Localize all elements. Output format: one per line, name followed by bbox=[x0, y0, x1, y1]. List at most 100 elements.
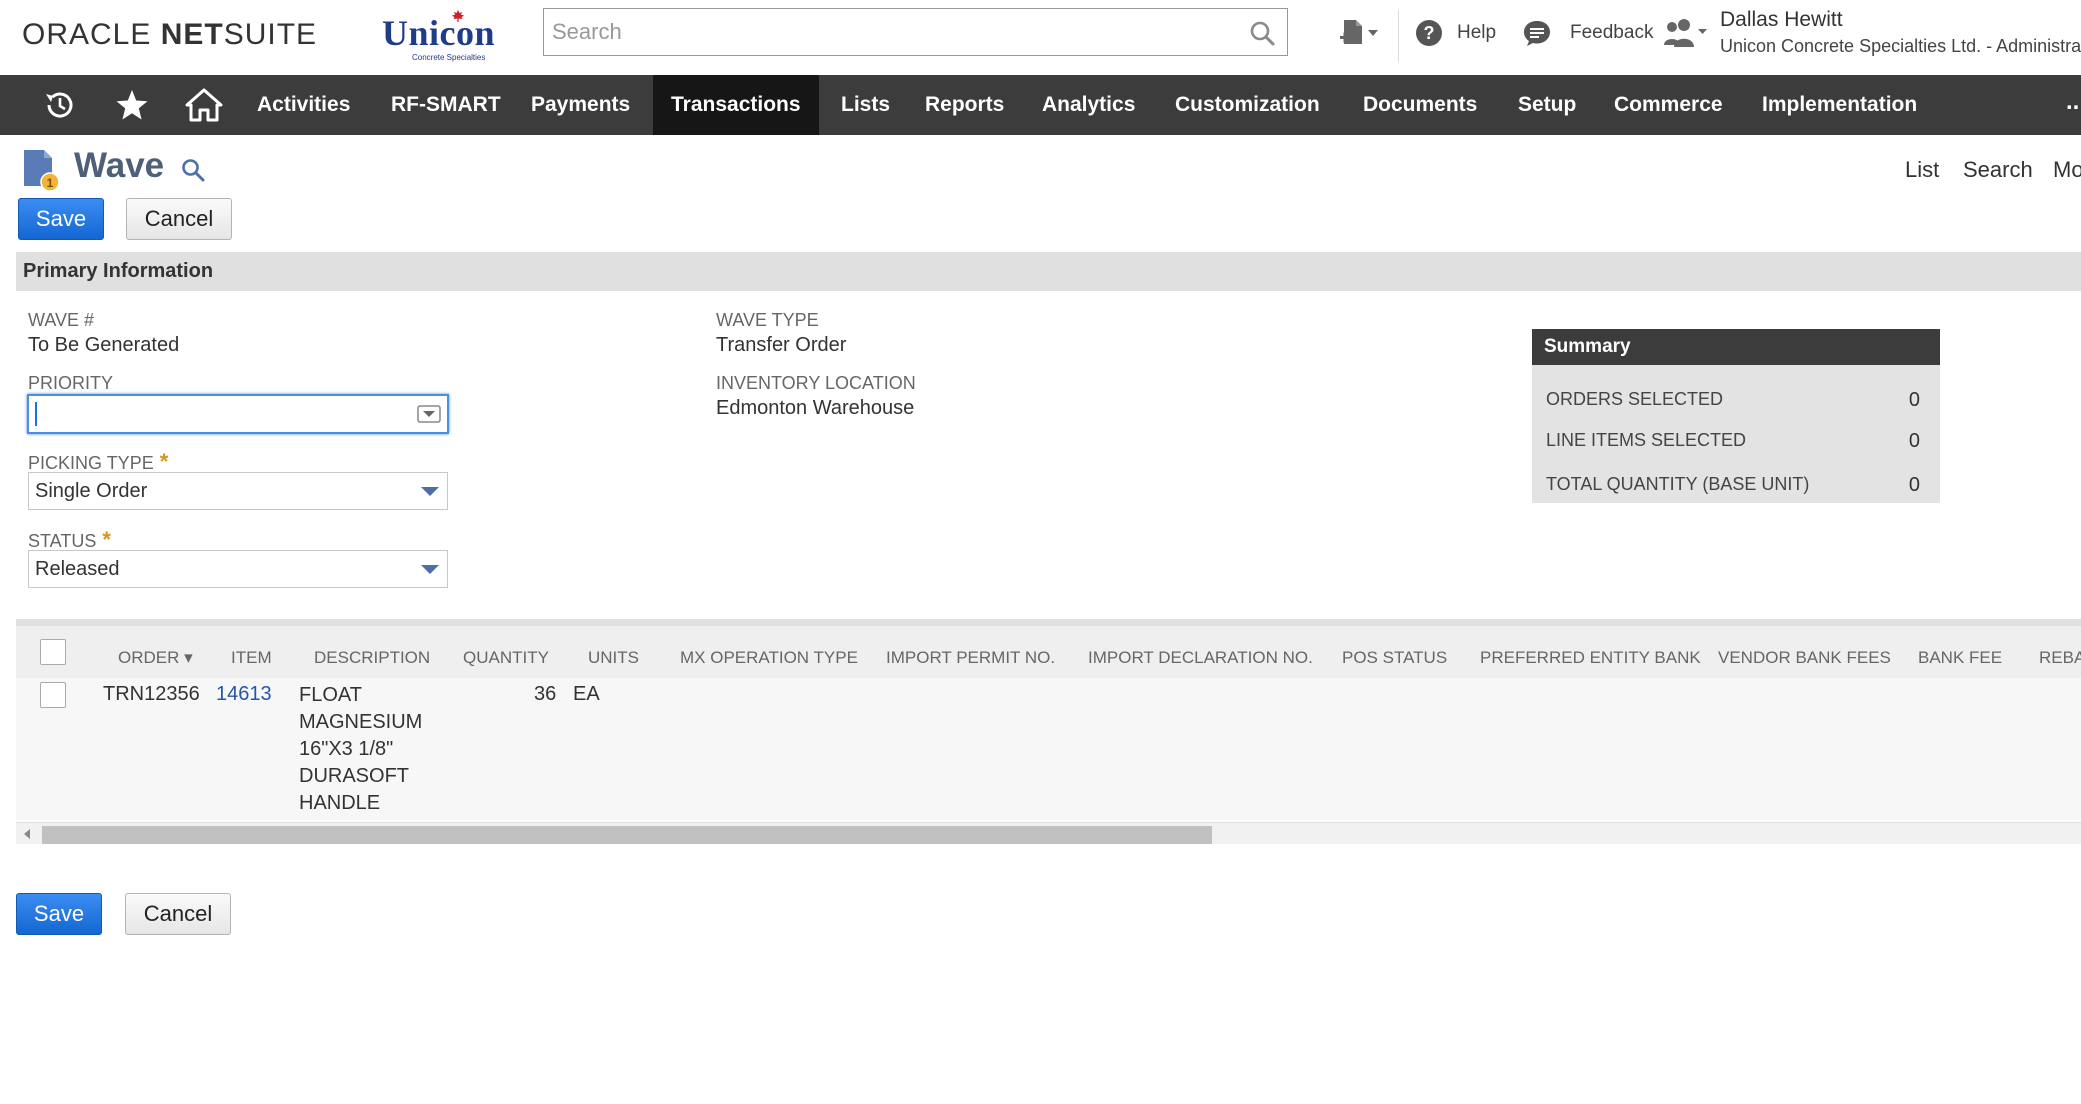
summary-value: 0 bbox=[1908, 474, 1920, 496]
column-header-vendor-bank-fees[interactable]: VENDOR BANK FEES bbox=[1718, 648, 1891, 668]
column-header-import-permit-no[interactable]: IMPORT PERMIT NO. bbox=[886, 648, 1055, 668]
summary-row-line-items: LINE ITEMS SELECTED 0 bbox=[1546, 430, 1930, 452]
primary-information-header[interactable]: Primary Information bbox=[16, 252, 2081, 291]
column-header-rebate[interactable]: REBATE bbox=[2039, 648, 2081, 668]
svg-text:?: ? bbox=[1424, 23, 1435, 43]
dropdown-list-icon[interactable] bbox=[417, 405, 441, 423]
cancel-button-bottom[interactable]: Cancel bbox=[125, 893, 231, 935]
nav-lists[interactable]: Lists bbox=[841, 75, 890, 135]
nav-rf-smart[interactable]: RF-SMART bbox=[391, 75, 501, 135]
nav-setup[interactable]: Setup bbox=[1518, 75, 1576, 135]
nav-commerce[interactable]: Commerce bbox=[1614, 75, 1723, 135]
chevron-down-icon bbox=[421, 565, 439, 574]
wave-type-label: WAVE TYPE bbox=[716, 310, 819, 330]
picking-type-select[interactable]: Single Order bbox=[28, 472, 448, 510]
summary-title: Summary bbox=[1532, 329, 1940, 365]
favorites-button[interactable] bbox=[114, 75, 150, 135]
company-logo: Unicon Concrete Specialties bbox=[382, 10, 522, 62]
main-navigation: Activities RF-SMART Payments Transaction… bbox=[0, 75, 2081, 135]
help-button[interactable]: ? Help bbox=[1415, 14, 1496, 52]
table-header: ORDER ▾ ITEM DESCRIPTION QUANTITY UNITS … bbox=[16, 626, 2081, 678]
status-select[interactable]: Released bbox=[28, 550, 448, 588]
more-link[interactable]: More bbox=[2053, 157, 2081, 183]
text-caret bbox=[35, 402, 37, 426]
priority-label: PRIORITY bbox=[28, 373, 114, 393]
search-link[interactable]: Search bbox=[1963, 157, 2033, 183]
feedback-label: Feedback bbox=[1570, 22, 1654, 43]
required-mark: * bbox=[102, 527, 111, 552]
company-logo-tagline: Concrete Specialties bbox=[412, 53, 486, 62]
row-item-link[interactable]: 14613 bbox=[216, 683, 272, 706]
feedback-icon bbox=[1524, 21, 1550, 46]
nav-payments[interactable]: Payments bbox=[531, 75, 630, 135]
row-order: TRN12356 bbox=[103, 683, 200, 705]
role-switcher-button[interactable] bbox=[1662, 14, 1708, 52]
summary-panel: Summary ORDERS SELECTED 0 LINE ITEMS SEL… bbox=[1532, 329, 1940, 503]
column-header-import-declaration-no[interactable]: IMPORT DECLARATION NO. bbox=[1088, 648, 1313, 668]
summary-row-total-quantity: TOTAL QUANTITY (BASE UNIT) 0 bbox=[1546, 474, 1930, 496]
column-header-description[interactable]: DESCRIPTION bbox=[314, 648, 430, 668]
nav-more[interactable]: ... bbox=[2066, 75, 2081, 135]
nav-activities[interactable]: Activities bbox=[257, 75, 350, 135]
scroll-left-icon[interactable] bbox=[24, 829, 30, 839]
row-description: FLOAT MAGNESIUM 16"X3 1/8" DURASOFT HAND… bbox=[299, 682, 422, 817]
nav-customization[interactable]: Customization bbox=[1175, 75, 1320, 135]
column-header-preferred-entity-bank[interactable]: PREFERRED ENTITY BANK bbox=[1480, 648, 1701, 668]
picking-type-label-text: PICKING TYPE bbox=[28, 453, 154, 473]
column-header-pos-status[interactable]: POS STATUS bbox=[1342, 648, 1447, 668]
feedback-button[interactable]: Feedback bbox=[1522, 14, 1653, 52]
wave-record-icon: 1 bbox=[24, 150, 60, 192]
horizontal-scrollbar[interactable] bbox=[16, 822, 2081, 844]
nav-analytics[interactable]: Analytics bbox=[1042, 75, 1135, 135]
global-search[interactable] bbox=[543, 8, 1288, 56]
netsuite-logo-net: NET bbox=[160, 18, 224, 51]
summary-value: 0 bbox=[1908, 430, 1920, 452]
picking-type-value: Single Order bbox=[35, 480, 148, 502]
nav-transactions[interactable]: Transactions bbox=[653, 75, 819, 135]
global-search-input[interactable] bbox=[552, 9, 1232, 55]
column-header-quantity[interactable]: QUANTITY bbox=[463, 648, 549, 668]
list-link[interactable]: List bbox=[1905, 157, 1939, 183]
wave-number-value: To Be Generated bbox=[28, 334, 180, 356]
column-header-mx-operation-type[interactable]: MX OPERATION TYPE bbox=[680, 648, 858, 668]
scrollbar-thumb[interactable] bbox=[42, 826, 1212, 844]
summary-label: TOTAL QUANTITY (BASE UNIT) bbox=[1546, 474, 1810, 494]
header-divider bbox=[1398, 10, 1399, 62]
record-search-icon[interactable] bbox=[180, 157, 206, 183]
row-description-line: MAGNESIUM bbox=[299, 711, 423, 733]
home-icon bbox=[185, 88, 223, 122]
save-button-bottom[interactable]: Save bbox=[16, 893, 102, 935]
search-icon[interactable] bbox=[1249, 20, 1275, 46]
column-header-units[interactable]: UNITS bbox=[588, 648, 639, 668]
column-header-item[interactable]: ITEM bbox=[231, 648, 272, 668]
add-record-icon bbox=[1340, 20, 1378, 44]
row-units: EA bbox=[573, 683, 600, 705]
nav-documents[interactable]: Documents bbox=[1363, 75, 1477, 135]
nav-implementation[interactable]: Implementation bbox=[1762, 75, 1917, 135]
cancel-button[interactable]: Cancel bbox=[126, 198, 232, 240]
column-header-order[interactable]: ORDER ▾ bbox=[118, 648, 193, 668]
nav-reports[interactable]: Reports bbox=[925, 75, 1004, 135]
save-button[interactable]: Save bbox=[18, 198, 104, 240]
netsuite-logo-suite: SUITE bbox=[223, 18, 318, 51]
row-select-checkbox[interactable] bbox=[40, 682, 66, 708]
summary-label: ORDERS SELECTED bbox=[1546, 389, 1724, 409]
help-label: Help bbox=[1457, 22, 1497, 43]
oracle-logo-text: ORACLE bbox=[22, 18, 152, 51]
required-mark: * bbox=[159, 449, 169, 474]
page-title: Wave bbox=[74, 146, 165, 185]
priority-input[interactable] bbox=[27, 394, 449, 434]
oracle-netsuite-logo[interactable]: ORACLE NETSUITE bbox=[22, 18, 317, 52]
home-button[interactable] bbox=[184, 75, 224, 135]
user-info[interactable]: Dallas Hewitt Unicon Concrete Specialtie… bbox=[1720, 8, 2081, 57]
company-logo-name: Unicon bbox=[382, 13, 496, 53]
column-header-bank-fee[interactable]: BANK FEE bbox=[1918, 648, 2002, 668]
row-description-line: DURASOFT bbox=[299, 765, 409, 787]
summary-row-orders: ORDERS SELECTED 0 bbox=[1546, 389, 1930, 411]
select-all-checkbox[interactable] bbox=[40, 639, 66, 665]
recent-records-button[interactable] bbox=[1338, 14, 1380, 52]
recent-history-button[interactable] bbox=[40, 75, 80, 135]
chevron-down-icon bbox=[421, 487, 439, 496]
row-description-line: HANDLE bbox=[299, 792, 381, 814]
users-icon bbox=[1664, 19, 1707, 47]
